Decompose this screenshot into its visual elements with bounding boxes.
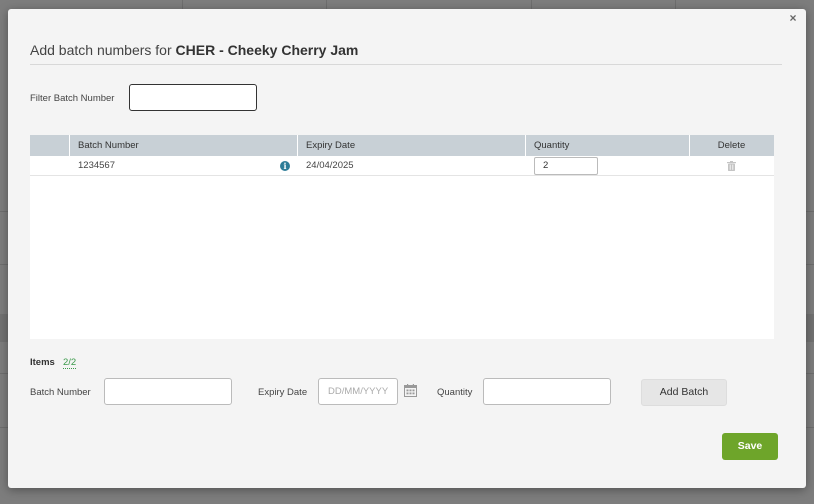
modal-title: Add batch numbers for CHER - Cheeky Cher…: [30, 42, 358, 58]
header-batch-number: Batch Number: [78, 140, 139, 151]
batch-number-label: Batch Number: [30, 387, 91, 398]
header-separator: [297, 135, 298, 156]
trash-icon[interactable]: [727, 161, 736, 171]
items-count[interactable]: 2/2: [63, 357, 77, 369]
row-quantity-input[interactable]: 2: [534, 157, 598, 175]
title-divider: [30, 64, 782, 65]
add-batch-modal: × Add batch numbers for CHER - Cheeky Ch…: [8, 9, 806, 488]
quantity-input[interactable]: [483, 378, 611, 405]
cell-batch-number: 1234567: [78, 160, 115, 171]
calendar-icon[interactable]: [404, 384, 417, 397]
filter-label: Filter Batch Number: [30, 93, 115, 104]
bg-divider: [531, 0, 532, 9]
expiry-date-label: Expiry Date: [258, 387, 308, 398]
items-label: Items: [30, 357, 55, 368]
cell-expiry-date: 24/04/2025: [306, 160, 354, 171]
header-expiry-date: Expiry Date: [306, 140, 356, 151]
bg-divider: [182, 0, 183, 9]
info-icon[interactable]: i: [280, 161, 290, 171]
quantity-label: Quantity: [437, 387, 473, 398]
bg-divider: [675, 0, 676, 9]
header-separator: [525, 135, 526, 156]
add-batch-button[interactable]: Add Batch: [641, 379, 727, 406]
table-header: Batch Number Expiry Date Quantity Delete: [30, 135, 774, 156]
modal-title-prefix: Add batch numbers for: [30, 42, 172, 58]
expiry-date-input[interactable]: DD/MM/YYYY: [318, 378, 398, 405]
header-delete: Delete: [717, 140, 746, 151]
bg-divider: [326, 0, 327, 9]
close-button[interactable]: ×: [786, 11, 800, 25]
batch-number-input[interactable]: [104, 378, 232, 405]
table-row: 1234567 i 24/04/2025 2: [30, 156, 774, 176]
header-quantity: Quantity: [534, 140, 570, 151]
save-button[interactable]: Save: [722, 433, 778, 460]
modal-title-product: CHER - Cheeky Cherry Jam: [175, 42, 359, 58]
filter-batch-input[interactable]: [129, 84, 257, 111]
header-separator: [69, 135, 70, 156]
batch-table: Batch Number Expiry Date Quantity Delete…: [30, 135, 774, 339]
